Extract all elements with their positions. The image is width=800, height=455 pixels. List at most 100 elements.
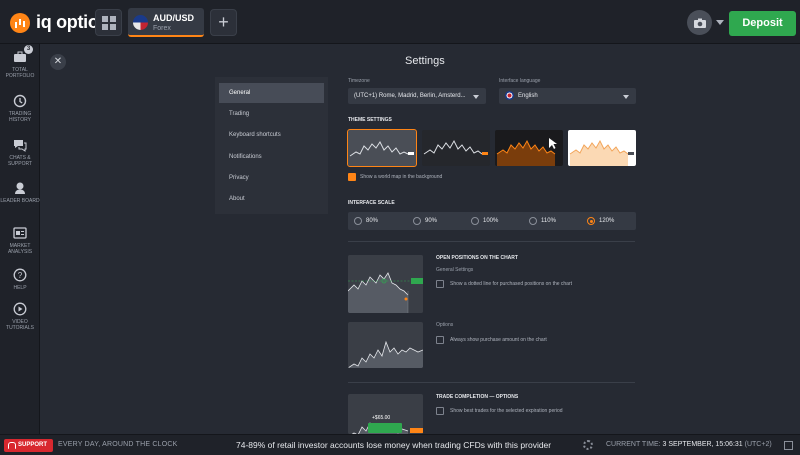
language-select[interactable]: English xyxy=(499,88,636,104)
support-button[interactable]: SUPPORT xyxy=(4,439,53,452)
sidebar-item-help[interactable]: ? HELP xyxy=(0,268,40,291)
open-positions-preview xyxy=(348,255,423,313)
sidebar-item-label: VIDEO TUTORIALS xyxy=(6,319,34,331)
trade-completion-preview: +$65.00 xyxy=(348,394,423,434)
history-icon xyxy=(13,94,27,108)
bottom-bar: SUPPORT EVERY DAY, AROUND THE CLOCK 74-8… xyxy=(0,434,800,455)
theme-option-light[interactable] xyxy=(568,130,636,166)
interface-scale-title: INTERFACE SCALE xyxy=(348,200,395,206)
sidebar-item-label: LEADER BOARD xyxy=(0,198,40,204)
flag-icon xyxy=(505,90,514,100)
timezone-value: (UTC+1) Rome, Madrid, Berlin, Amsterd... xyxy=(354,93,466,99)
theme-option-dark-orange[interactable] xyxy=(495,130,563,166)
flag-icon xyxy=(133,15,148,30)
menu-item-keyboard-shortcuts[interactable]: Keyboard shortcuts xyxy=(219,125,324,145)
scale-label: 110% xyxy=(541,218,556,224)
sidebar-item-label: MARKET ANALYSIS xyxy=(7,243,33,255)
sidebar-item-total-portfolio[interactable]: 3 TOTAL PORTFOLIO xyxy=(0,45,40,79)
options-preview xyxy=(348,322,423,368)
divider xyxy=(348,241,635,242)
radio-icon xyxy=(354,217,362,225)
asset-tab[interactable]: AUD/USD Forex xyxy=(128,8,204,37)
dotted-line-label: Show a dotted line for purchased positio… xyxy=(450,281,573,287)
sidebar-item-label: CHATS & SUPPORT xyxy=(7,155,33,167)
chevron-down-icon[interactable] xyxy=(716,20,724,25)
sidebar-item-label: TOTAL PORTFOLIO xyxy=(5,67,35,79)
divider xyxy=(348,382,635,383)
sidebar-item-trading-history[interactable]: TRADING HISTORY xyxy=(0,94,40,123)
help-icon: ? xyxy=(13,268,27,282)
current-timezone: (UTC+2) xyxy=(744,441,772,448)
sidebar-item-label: HELP xyxy=(13,285,27,291)
settings-menu: General Trading Keyboard shortcuts Notif… xyxy=(215,77,328,214)
scale-label: 100% xyxy=(483,218,499,224)
support-hours: EVERY DAY, AROUND THE CLOCK xyxy=(58,441,178,448)
left-sidebar: 3 TOTAL PORTFOLIO TRADING HISTORY CHATS … xyxy=(0,44,40,434)
grid-view-button[interactable] xyxy=(95,9,122,36)
radio-icon xyxy=(471,217,479,225)
top-bar: iq option AUD/USD Forex + Deposit xyxy=(0,0,800,44)
menu-item-about[interactable]: About xyxy=(219,189,324,209)
language-value: English xyxy=(518,93,538,99)
deposit-button[interactable]: Deposit xyxy=(729,11,796,36)
dotted-line-checkbox[interactable] xyxy=(436,280,444,288)
best-trades-checkbox[interactable] xyxy=(436,407,444,415)
leaderboard-icon xyxy=(13,181,27,195)
theme-settings-title: THEME SETTINGS xyxy=(348,117,392,123)
current-time-label: CURRENT TIME: xyxy=(606,441,661,448)
general-settings-label: General Settings xyxy=(436,267,474,273)
asset-name: AUD/USD xyxy=(153,13,195,23)
video-icon xyxy=(13,302,27,316)
sidebar-item-leader-board[interactable]: LEADER BOARD xyxy=(0,181,40,204)
open-positions-title: OPEN POSITIONS ON THE CHART xyxy=(436,255,518,261)
add-asset-button[interactable]: + xyxy=(210,9,237,36)
grid-icon xyxy=(101,15,116,30)
gear-icon[interactable] xyxy=(583,440,593,450)
scale-option-120[interactable]: 120% xyxy=(581,212,636,230)
scale-label: 90% xyxy=(425,218,438,224)
current-time-value: 3 SEPTEMBER, 15:06:31 xyxy=(662,441,743,448)
world-map-checkbox[interactable] xyxy=(348,173,356,181)
camera-icon xyxy=(693,18,706,28)
sidebar-item-market-analysis[interactable]: MARKET ANALYSIS xyxy=(0,226,40,255)
theme-option-dark-black[interactable] xyxy=(422,130,490,166)
sidebar-item-label: TRADING HISTORY xyxy=(8,111,32,123)
briefcase-icon: 3 xyxy=(13,45,33,64)
screenshot-button[interactable] xyxy=(687,10,712,35)
risk-warning: 74-89% of retail investor accounts lose … xyxy=(236,440,552,450)
menu-item-privacy[interactable]: Privacy xyxy=(219,168,324,188)
market-analysis-icon xyxy=(13,226,27,240)
scale-option-80[interactable]: 80% xyxy=(348,212,416,230)
page-title: Settings xyxy=(405,55,445,67)
purchase-amount-checkbox[interactable] xyxy=(436,336,444,344)
close-button[interactable]: ✕ xyxy=(50,54,66,70)
trade-amount-label: +$65.00 xyxy=(372,415,391,421)
portfolio-badge: 3 xyxy=(24,45,33,54)
current-time: CURRENT TIME: 3 SEPTEMBER, 15:06:31 (UTC… xyxy=(606,441,772,448)
asset-type: Forex xyxy=(153,25,171,32)
trade-completion-title: TRADE COMPLETION — OPTIONS xyxy=(436,394,519,400)
chevron-down-icon xyxy=(473,95,479,99)
scale-label: 80% xyxy=(366,218,379,224)
timezone-select[interactable]: (UTC+1) Rome, Madrid, Berlin, Amsterd... xyxy=(348,88,486,104)
radio-icon xyxy=(413,217,421,225)
sidebar-item-video-tutorials[interactable]: VIDEO TUTORIALS xyxy=(0,302,40,331)
chat-icon xyxy=(13,138,27,152)
svg-text:?: ? xyxy=(18,271,23,280)
timezone-label: Timezone xyxy=(348,78,370,84)
scale-label: 120% xyxy=(599,218,615,224)
chevron-down-icon xyxy=(623,95,629,99)
world-map-label: Show a world map in the background xyxy=(360,174,443,180)
language-label: Interface language xyxy=(499,78,541,84)
menu-item-notifications[interactable]: Notifications xyxy=(219,147,324,167)
theme-option-dark-grey[interactable] xyxy=(347,129,417,167)
fullscreen-icon[interactable] xyxy=(784,441,793,450)
purchase-amount-label: Always show purchase amount on the chart xyxy=(450,337,547,343)
radio-icon xyxy=(587,217,595,225)
iq-logo-icon xyxy=(10,12,30,33)
menu-item-trading[interactable]: Trading xyxy=(219,104,324,124)
radio-icon xyxy=(529,217,537,225)
menu-item-general[interactable]: General xyxy=(219,83,324,103)
options-label: Options xyxy=(436,322,454,328)
sidebar-item-chats-support[interactable]: CHATS & SUPPORT xyxy=(0,138,40,167)
